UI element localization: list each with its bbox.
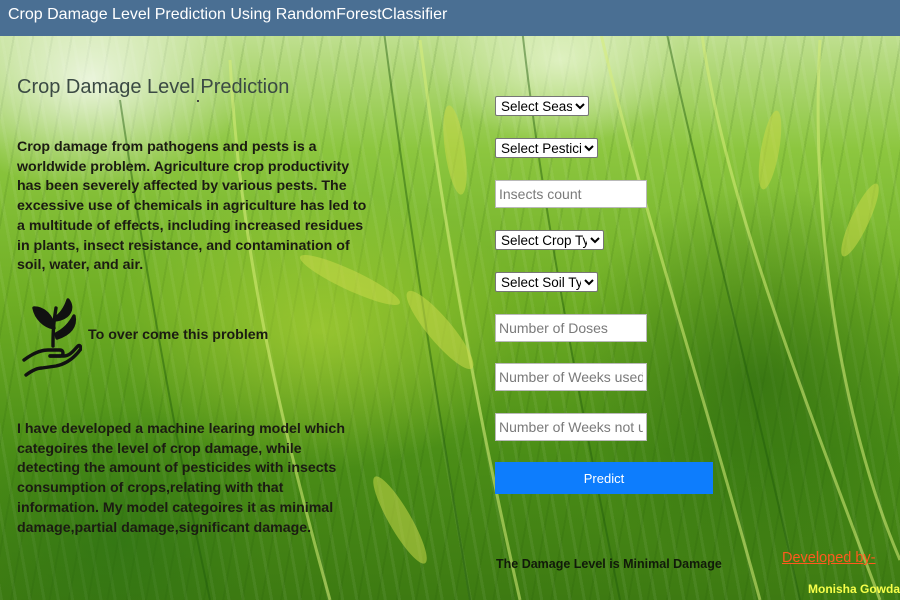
season-select[interactable]: Select Season [495,96,589,116]
predict-button[interactable]: Predict [495,462,713,494]
insects-count-input[interactable] [495,180,647,208]
soil-type-select[interactable]: Select Soil Type [495,272,598,292]
developed-by-link[interactable]: Developed by- [782,550,876,566]
page-title: Crop Damage Level Prediction [17,76,290,98]
weeks-used-input[interactable] [495,363,647,391]
weeks-not-used-input[interactable] [495,413,647,441]
model-description: I have developed a machine learing model… [17,421,345,536]
pesticide-select[interactable]: Select Pesticide [495,138,598,158]
doses-input[interactable] [495,314,647,342]
stray-dot [197,100,199,102]
problem-text: To over come this problem [88,327,269,343]
page: Crop Damage Level Prediction Using Rando… [0,0,900,600]
prediction-result: The Damage Level is Minimal Damage [496,557,722,571]
hand-plant-icon [20,298,83,378]
crop-type-select[interactable]: Select Crop Type [495,230,604,250]
app-header: Crop Damage Level Prediction Using Rando… [0,0,900,36]
app-title: Crop Damage Level Prediction Using Rando… [8,6,448,23]
developer-name: Monisha Gowda M [808,582,900,596]
intro-paragraph: Crop damage from pathogens and pests is … [17,139,367,274]
